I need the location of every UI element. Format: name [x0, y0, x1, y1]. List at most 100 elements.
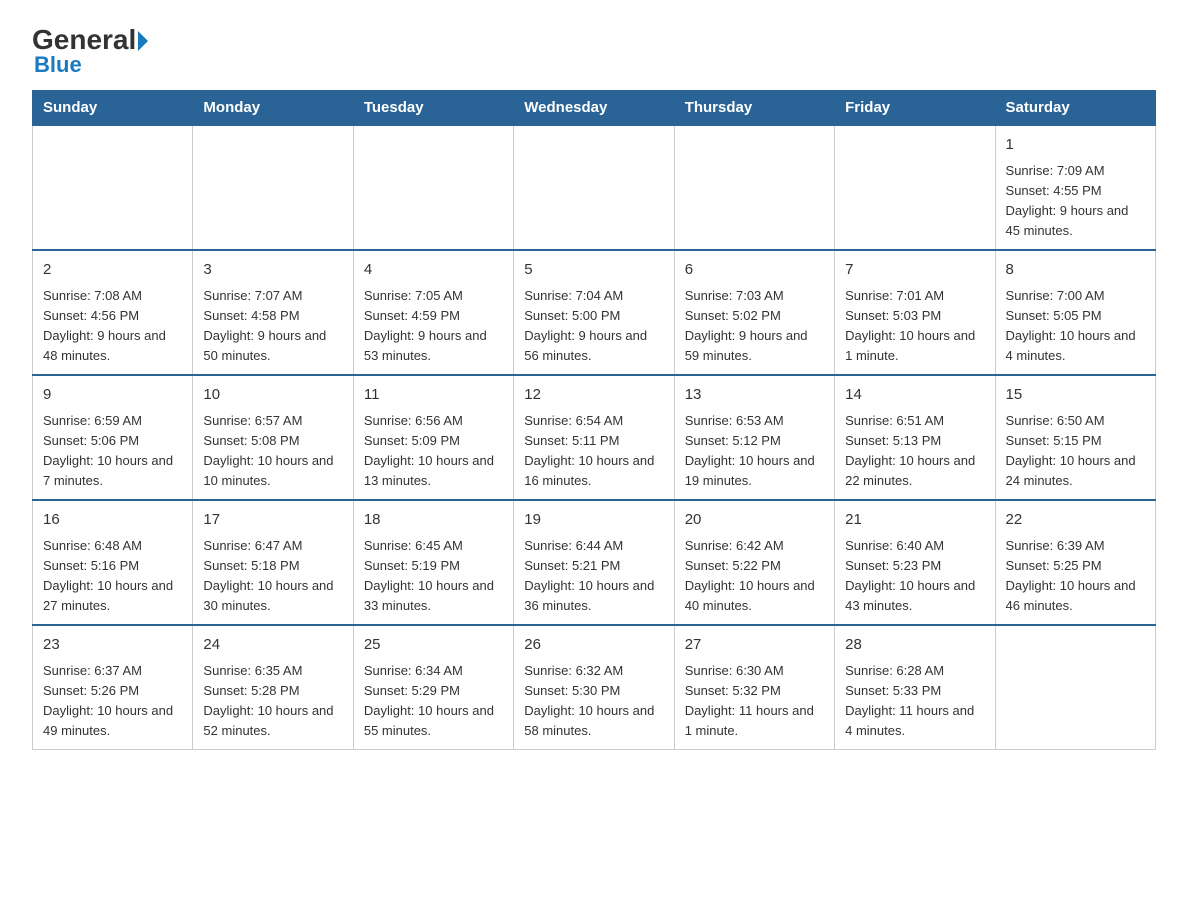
calendar-cell: 27 Sunrise: 6:30 AM Sunset: 5:32 PM Dayli…: [674, 625, 834, 750]
calendar-cell: 1 Sunrise: 7:09 AM Sunset: 4:55 PM Daylig…: [995, 125, 1155, 250]
day-number: 14: [845, 384, 984, 407]
day-number: 4: [364, 259, 503, 282]
day-info: Sunrise: 6:30 AM Sunset: 5:32 PM Dayligh…: [685, 661, 824, 742]
calendar-cell: 28Sunrise: 6:28 AM Sunset: 5:33 PM Dayli…: [835, 625, 995, 750]
calendar-cell: 17 Sunrise: 6:47 AM Sunset: 5:18 PM Dayli…: [193, 500, 353, 625]
calendar-cell: [193, 125, 353, 250]
calendar-cell: 19 Sunrise: 6:44 AM Sunset: 5:21 PM Dayli…: [514, 500, 674, 625]
day-number: 5: [524, 259, 663, 282]
day-info: Sunrise: 7:09 AM Sunset: 4:55 PM Dayligh…: [1006, 161, 1145, 242]
day-info: Sunrise: 6:50 AM Sunset: 5:15 PM Dayligh…: [1006, 411, 1145, 492]
day-info: Sunrise: 7:03 AM Sunset: 5:02 PM Dayligh…: [685, 286, 824, 367]
calendar-cell: [33, 125, 193, 250]
calendar-week-2: 2 Sunrise: 7:08 AM Sunset: 4:56 PM Daylig…: [33, 250, 1156, 375]
day-info: Sunrise: 6:34 AM Sunset: 5:29 PM Dayligh…: [364, 661, 503, 742]
logo-arrow-icon: [138, 31, 148, 51]
day-number: 24: [203, 634, 342, 657]
calendar-cell: 5 Sunrise: 7:04 AM Sunset: 5:00 PM Daylig…: [514, 250, 674, 375]
day-info: Sunrise: 6:28 AM Sunset: 5:33 PM Dayligh…: [845, 661, 984, 742]
calendar-cell: 6 Sunrise: 7:03 AM Sunset: 5:02 PM Daylig…: [674, 250, 834, 375]
calendar-week-5: 23Sunrise: 6:37 AM Sunset: 5:26 PM Dayli…: [33, 625, 1156, 750]
col-header-saturday: Saturday: [995, 91, 1155, 126]
day-number: 18: [364, 509, 503, 532]
page-header: General Blue: [32, 24, 1156, 78]
day-number: 25: [364, 634, 503, 657]
calendar-cell: 26 Sunrise: 6:32 AM Sunset: 5:30 PM Dayli…: [514, 625, 674, 750]
day-number: 6: [685, 259, 824, 282]
day-info: Sunrise: 7:05 AM Sunset: 4:59 PM Dayligh…: [364, 286, 503, 367]
day-number: 2: [43, 259, 182, 282]
day-info: Sunrise: 6:51 AM Sunset: 5:13 PM Dayligh…: [845, 411, 984, 492]
calendar-week-1: 1 Sunrise: 7:09 AM Sunset: 4:55 PM Daylig…: [33, 125, 1156, 250]
calendar-cell: [353, 125, 513, 250]
calendar-week-4: 16 Sunrise: 6:48 AM Sunset: 5:16 PM Dayli…: [33, 500, 1156, 625]
day-number: 15: [1006, 384, 1145, 407]
calendar-cell: 9 Sunrise: 6:59 AM Sunset: 5:06 PM Daylig…: [33, 375, 193, 500]
calendar-cell: 21Sunrise: 6:40 AM Sunset: 5:23 PM Dayli…: [835, 500, 995, 625]
calendar-cell: 2 Sunrise: 7:08 AM Sunset: 4:56 PM Daylig…: [33, 250, 193, 375]
calendar-cell: 14 Sunrise: 6:51 AM Sunset: 5:13 PM Dayli…: [835, 375, 995, 500]
day-info: Sunrise: 6:47 AM Sunset: 5:18 PM Dayligh…: [203, 536, 342, 617]
day-number: 3: [203, 259, 342, 282]
day-number: 22: [1006, 509, 1145, 532]
day-info: Sunrise: 6:56 AM Sunset: 5:09 PM Dayligh…: [364, 411, 503, 492]
day-number: 11: [364, 384, 503, 407]
calendar-cell: 24 Sunrise: 6:35 AM Sunset: 5:28 PM Dayli…: [193, 625, 353, 750]
day-number: 1: [1006, 134, 1145, 157]
day-number: 17: [203, 509, 342, 532]
calendar-cell: 23Sunrise: 6:37 AM Sunset: 5:26 PM Dayli…: [33, 625, 193, 750]
day-number: 27: [685, 634, 824, 657]
calendar-cell: 4 Sunrise: 7:05 AM Sunset: 4:59 PM Daylig…: [353, 250, 513, 375]
day-info: Sunrise: 6:53 AM Sunset: 5:12 PM Dayligh…: [685, 411, 824, 492]
calendar-cell: 7 Sunrise: 7:01 AM Sunset: 5:03 PM Daylig…: [835, 250, 995, 375]
day-info: Sunrise: 6:45 AM Sunset: 5:19 PM Dayligh…: [364, 536, 503, 617]
calendar-header: SundayMondayTuesdayWednesdayThursdayFrid…: [33, 91, 1156, 126]
day-info: Sunrise: 6:48 AM Sunset: 5:16 PM Dayligh…: [43, 536, 182, 617]
calendar-cell: 11 Sunrise: 6:56 AM Sunset: 5:09 PM Dayli…: [353, 375, 513, 500]
col-header-monday: Monday: [193, 91, 353, 126]
calendar-cell: 18 Sunrise: 6:45 AM Sunset: 5:19 PM Dayli…: [353, 500, 513, 625]
calendar-week-3: 9 Sunrise: 6:59 AM Sunset: 5:06 PM Daylig…: [33, 375, 1156, 500]
col-header-friday: Friday: [835, 91, 995, 126]
day-info: Sunrise: 6:54 AM Sunset: 5:11 PM Dayligh…: [524, 411, 663, 492]
day-info: Sunrise: 7:01 AM Sunset: 5:03 PM Dayligh…: [845, 286, 984, 367]
col-header-sunday: Sunday: [33, 91, 193, 126]
calendar-cell: 12 Sunrise: 6:54 AM Sunset: 5:11 PM Dayli…: [514, 375, 674, 500]
calendar-cell: 22 Sunrise: 6:39 AM Sunset: 5:25 PM Dayli…: [995, 500, 1155, 625]
day-number: 12: [524, 384, 663, 407]
day-info: Sunrise: 6:44 AM Sunset: 5:21 PM Dayligh…: [524, 536, 663, 617]
day-number: 19: [524, 509, 663, 532]
day-number: 7: [845, 259, 984, 282]
calendar-cell: [835, 125, 995, 250]
day-info: Sunrise: 6:59 AM Sunset: 5:06 PM Dayligh…: [43, 411, 182, 492]
day-info: Sunrise: 6:39 AM Sunset: 5:25 PM Dayligh…: [1006, 536, 1145, 617]
col-header-tuesday: Tuesday: [353, 91, 513, 126]
calendar-cell: 10 Sunrise: 6:57 AM Sunset: 5:08 PM Dayli…: [193, 375, 353, 500]
day-info: Sunrise: 7:07 AM Sunset: 4:58 PM Dayligh…: [203, 286, 342, 367]
calendar-table: SundayMondayTuesdayWednesdayThursdayFrid…: [32, 90, 1156, 750]
day-number: 13: [685, 384, 824, 407]
calendar-cell: 16 Sunrise: 6:48 AM Sunset: 5:16 PM Dayli…: [33, 500, 193, 625]
logo: General Blue: [32, 24, 148, 78]
day-number: 16: [43, 509, 182, 532]
day-info: Sunrise: 6:35 AM Sunset: 5:28 PM Dayligh…: [203, 661, 342, 742]
calendar-cell: 13 Sunrise: 6:53 AM Sunset: 5:12 PM Dayli…: [674, 375, 834, 500]
day-number: 21: [845, 509, 984, 532]
calendar-cell: [674, 125, 834, 250]
day-info: Sunrise: 6:42 AM Sunset: 5:22 PM Dayligh…: [685, 536, 824, 617]
day-number: 26: [524, 634, 663, 657]
col-header-wednesday: Wednesday: [514, 91, 674, 126]
day-info: Sunrise: 6:32 AM Sunset: 5:30 PM Dayligh…: [524, 661, 663, 742]
day-info: Sunrise: 7:04 AM Sunset: 5:00 PM Dayligh…: [524, 286, 663, 367]
day-info: Sunrise: 7:08 AM Sunset: 4:56 PM Dayligh…: [43, 286, 182, 367]
day-info: Sunrise: 6:57 AM Sunset: 5:08 PM Dayligh…: [203, 411, 342, 492]
day-number: 10: [203, 384, 342, 407]
day-info: Sunrise: 7:00 AM Sunset: 5:05 PM Dayligh…: [1006, 286, 1145, 367]
calendar-cell: 25 Sunrise: 6:34 AM Sunset: 5:29 PM Dayli…: [353, 625, 513, 750]
calendar-cell: 20Sunrise: 6:42 AM Sunset: 5:22 PM Dayli…: [674, 500, 834, 625]
calendar-cell: [995, 625, 1155, 750]
day-number: 9: [43, 384, 182, 407]
calendar-cell: 8Sunrise: 7:00 AM Sunset: 5:05 PM Daylig…: [995, 250, 1155, 375]
header-row: SundayMondayTuesdayWednesdayThursdayFrid…: [33, 91, 1156, 126]
calendar-body: 1 Sunrise: 7:09 AM Sunset: 4:55 PM Daylig…: [33, 125, 1156, 750]
